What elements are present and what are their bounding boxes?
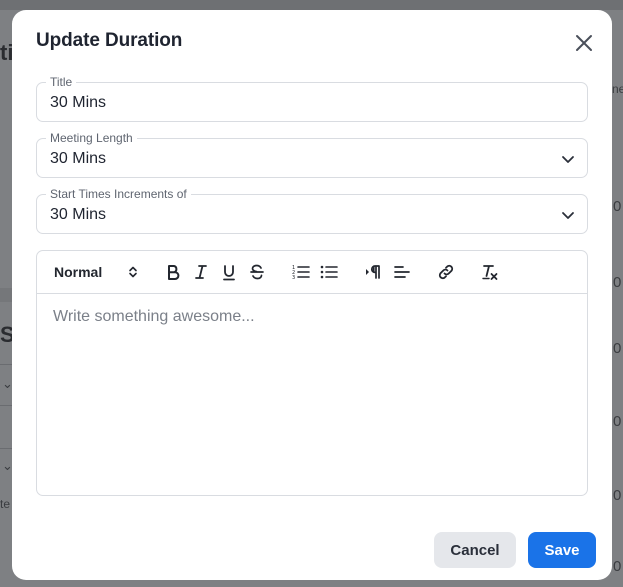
rich-text-editor: Normal 1 2 3 Write something awesome... — [36, 250, 588, 496]
chevron-down-icon — [562, 212, 574, 219]
strikethrough-button[interactable] — [247, 262, 267, 282]
background-value-fragment: 0 — [613, 413, 622, 430]
background-bar — [0, 288, 12, 302]
align-button[interactable] — [391, 262, 413, 282]
start-increments-select[interactable]: Start Times Increments of 30 Mins — [36, 187, 588, 234]
update-duration-modal: Update Duration Title 30 Mins Meeting Le… — [12, 10, 612, 580]
link-icon — [438, 264, 454, 280]
italic-icon — [195, 265, 207, 279]
title-field-label: Title — [46, 75, 77, 89]
format-select-label: Normal — [54, 264, 103, 280]
meeting-length-value: 30 Mins — [50, 150, 107, 167]
text-direction-button[interactable] — [363, 262, 385, 282]
title-field[interactable]: Title 30 Mins — [36, 75, 588, 122]
background-text-fragment: ne — [612, 82, 623, 96]
select-arrows-icon — [129, 266, 137, 278]
background-divider — [0, 448, 12, 449]
background-value-fragment: 0 — [613, 558, 622, 575]
editor-toolbar: Normal 1 2 3 — [37, 251, 587, 294]
modal-title: Update Duration — [36, 30, 183, 51]
clear-format-icon — [482, 265, 498, 280]
background-top-bar — [0, 0, 623, 10]
ordered-list-icon: 1 2 3 — [292, 265, 310, 280]
background-value-fragment: 0 — [613, 340, 622, 357]
cancel-button[interactable]: Cancel — [434, 532, 516, 568]
background-value-fragment: 0 — [613, 487, 622, 504]
meeting-length-select[interactable]: Meeting Length 30 Mins — [36, 131, 588, 178]
background-divider — [0, 364, 12, 365]
clear-format-button[interactable] — [479, 262, 501, 282]
underline-button[interactable] — [219, 262, 239, 282]
title-field-value: 30 Mins — [50, 94, 107, 111]
ordered-list-button[interactable]: 1 2 3 — [290, 262, 312, 282]
background-value-fragment: 0 — [613, 198, 622, 215]
start-increments-value: 30 Mins — [50, 206, 107, 223]
text-direction-icon — [366, 265, 380, 279]
close-button[interactable] — [572, 31, 596, 55]
strikethrough-icon — [250, 264, 264, 280]
svg-text:3: 3 — [292, 275, 295, 280]
bold-icon — [168, 265, 180, 280]
background-value-fragment: 0 — [613, 274, 622, 291]
underline-icon — [223, 264, 235, 280]
background-text-fragment: te — [0, 497, 11, 511]
link-button[interactable] — [435, 262, 457, 282]
chevron-down-icon — [562, 156, 574, 163]
bullet-list-button[interactable] — [318, 262, 340, 282]
start-increments-label: Start Times Increments of — [46, 187, 191, 201]
background-divider — [0, 405, 12, 406]
bold-button[interactable] — [163, 262, 183, 282]
close-icon — [576, 35, 592, 51]
italic-button[interactable] — [191, 262, 211, 282]
align-icon — [394, 266, 410, 278]
format-select[interactable]: Normal — [54, 262, 144, 282]
editor-content-area[interactable]: Write something awesome... — [53, 308, 255, 326]
bullet-list-icon — [320, 265, 338, 279]
save-button[interactable]: Save — [528, 532, 596, 568]
meeting-length-label: Meeting Length — [46, 131, 137, 145]
